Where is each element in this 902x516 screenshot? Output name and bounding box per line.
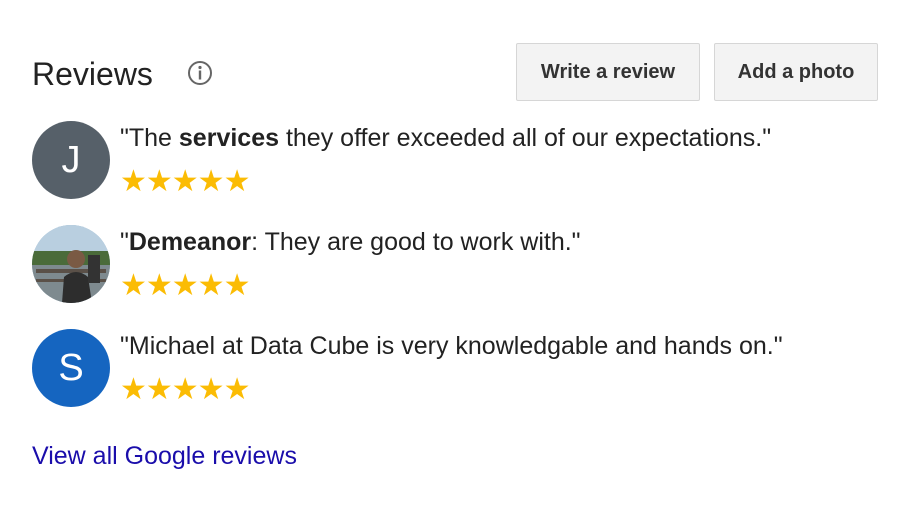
review-text-highlight: Demeanor [128, 228, 252, 256]
view-all-reviews-link[interactable]: View all Google reviews [32, 440, 297, 472]
avatar-letter: S [58, 346, 84, 389]
star-rating: ★★★★★ [120, 373, 250, 406]
review-text-end: they offer exceeded all of our expectati… [279, 124, 772, 152]
reviews-header: Reviews Write a review Add a photo [32, 43, 878, 101]
review-text-highlight: services [178, 124, 280, 152]
review-text: "Michael at Data Cube is very knowledgab… [120, 331, 783, 361]
avatar: S [32, 329, 110, 407]
review-item: J "The services they offer exceeded all … [32, 121, 878, 201]
avatar-letter: J [61, 138, 81, 181]
info-circle-icon[interactable] [186, 59, 214, 87]
review-item: S "Michael at Data Cube is very knowledg… [32, 329, 878, 409]
add-photo-button[interactable]: Add a photo [714, 43, 878, 101]
review-text-start: "The [120, 124, 179, 152]
reviews-title: Reviews [32, 56, 153, 92]
avatar-photo [32, 225, 110, 303]
person-photo-icon [32, 225, 110, 303]
review-text: "Demeanor: They are good to work with." [120, 227, 581, 257]
review-text-start: " [120, 228, 129, 256]
avatar: J [32, 121, 110, 199]
star-rating: ★★★★★ [120, 269, 250, 302]
review-text: "The services they offer exceeded all of… [120, 123, 771, 153]
review-text-start: "Michael at Data Cube is very knowledgab… [120, 332, 783, 360]
star-rating: ★★★★★ [120, 165, 250, 198]
review-item: "Demeanor: They are good to work with." … [32, 225, 878, 305]
review-text-end: : They are good to work with." [251, 228, 581, 256]
write-review-button[interactable]: Write a review [516, 43, 700, 101]
